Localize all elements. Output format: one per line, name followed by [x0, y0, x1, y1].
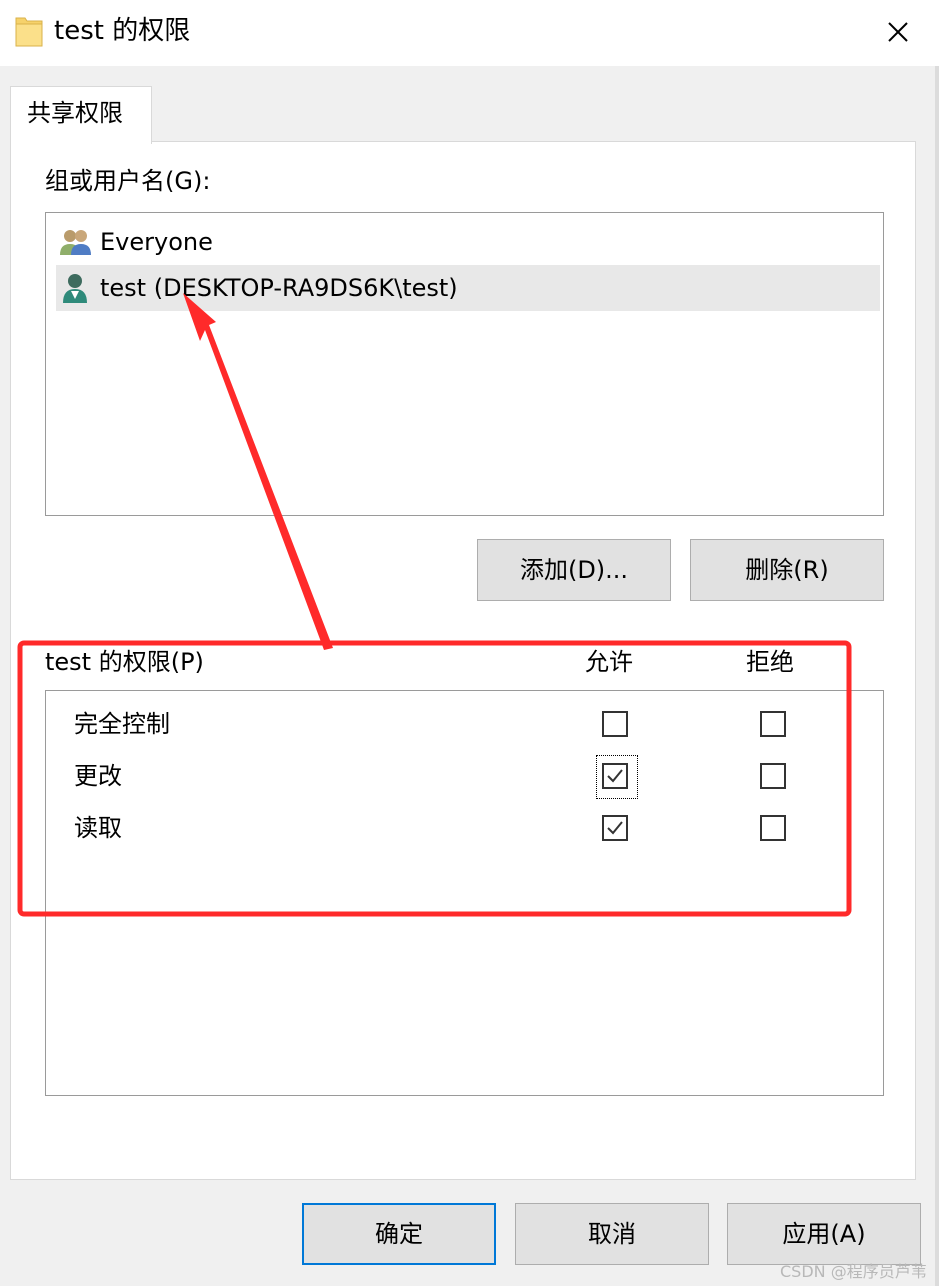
window-title: test 的权限 [54, 16, 191, 46]
close-icon [888, 22, 908, 42]
remove-button[interactable]: 删除(R) [690, 539, 884, 601]
permissions-label: test 的权限(P) [45, 648, 204, 676]
window-edge [935, 66, 939, 1286]
tab-label: 共享权限 [27, 99, 123, 127]
permission-row-full-control: 完全控制 [46, 703, 883, 747]
permission-label: 读取 [74, 814, 122, 842]
tab-share-permissions[interactable]: 共享权限 [10, 86, 152, 144]
permission-label: 更改 [74, 762, 122, 790]
close-button[interactable] [876, 10, 920, 54]
deny-checkbox-full-control[interactable] [760, 711, 786, 737]
add-button[interactable]: 添加(D)... [477, 539, 671, 601]
checkmark-icon [607, 769, 623, 783]
list-item-test-user[interactable]: test (DESKTOP-RA9DS6K\test) [56, 265, 880, 311]
apply-button[interactable]: 应用(A) [727, 1203, 921, 1265]
list-item-label: Everyone [100, 228, 213, 256]
list-item-label: test (DESKTOP-RA9DS6K\test) [100, 274, 458, 302]
title-bar: test 的权限 [0, 0, 939, 66]
user-icon [63, 274, 87, 303]
allow-column-header: 允许 [585, 648, 633, 676]
deny-checkbox-read[interactable] [760, 815, 786, 841]
allow-checkbox-read[interactable] [602, 815, 628, 841]
list-item-everyone[interactable]: Everyone [56, 219, 880, 265]
folder-icon [15, 17, 43, 47]
allow-checkbox-change[interactable] [602, 763, 628, 789]
deny-column-header: 拒绝 [746, 648, 794, 676]
permissions-list: 完全控制 更改 读取 [45, 690, 884, 1096]
deny-checkbox-change[interactable] [760, 763, 786, 789]
users-group-icon [60, 230, 91, 255]
permission-row-read: 读取 [46, 807, 883, 851]
ok-button[interactable]: 确定 [302, 1203, 496, 1265]
permission-row-change: 更改 [46, 755, 883, 799]
watermark: CSDN @程序员芦苇 [780, 1262, 927, 1281]
allow-checkbox-full-control[interactable] [602, 711, 628, 737]
group-list-label: 组或用户名(G): [45, 167, 211, 195]
checkmark-icon [607, 821, 623, 835]
group-list[interactable]: Everyone test (DESKTOP-RA9DS6K\test) [45, 212, 884, 516]
permission-label: 完全控制 [74, 710, 170, 738]
cancel-button[interactable]: 取消 [515, 1203, 709, 1265]
